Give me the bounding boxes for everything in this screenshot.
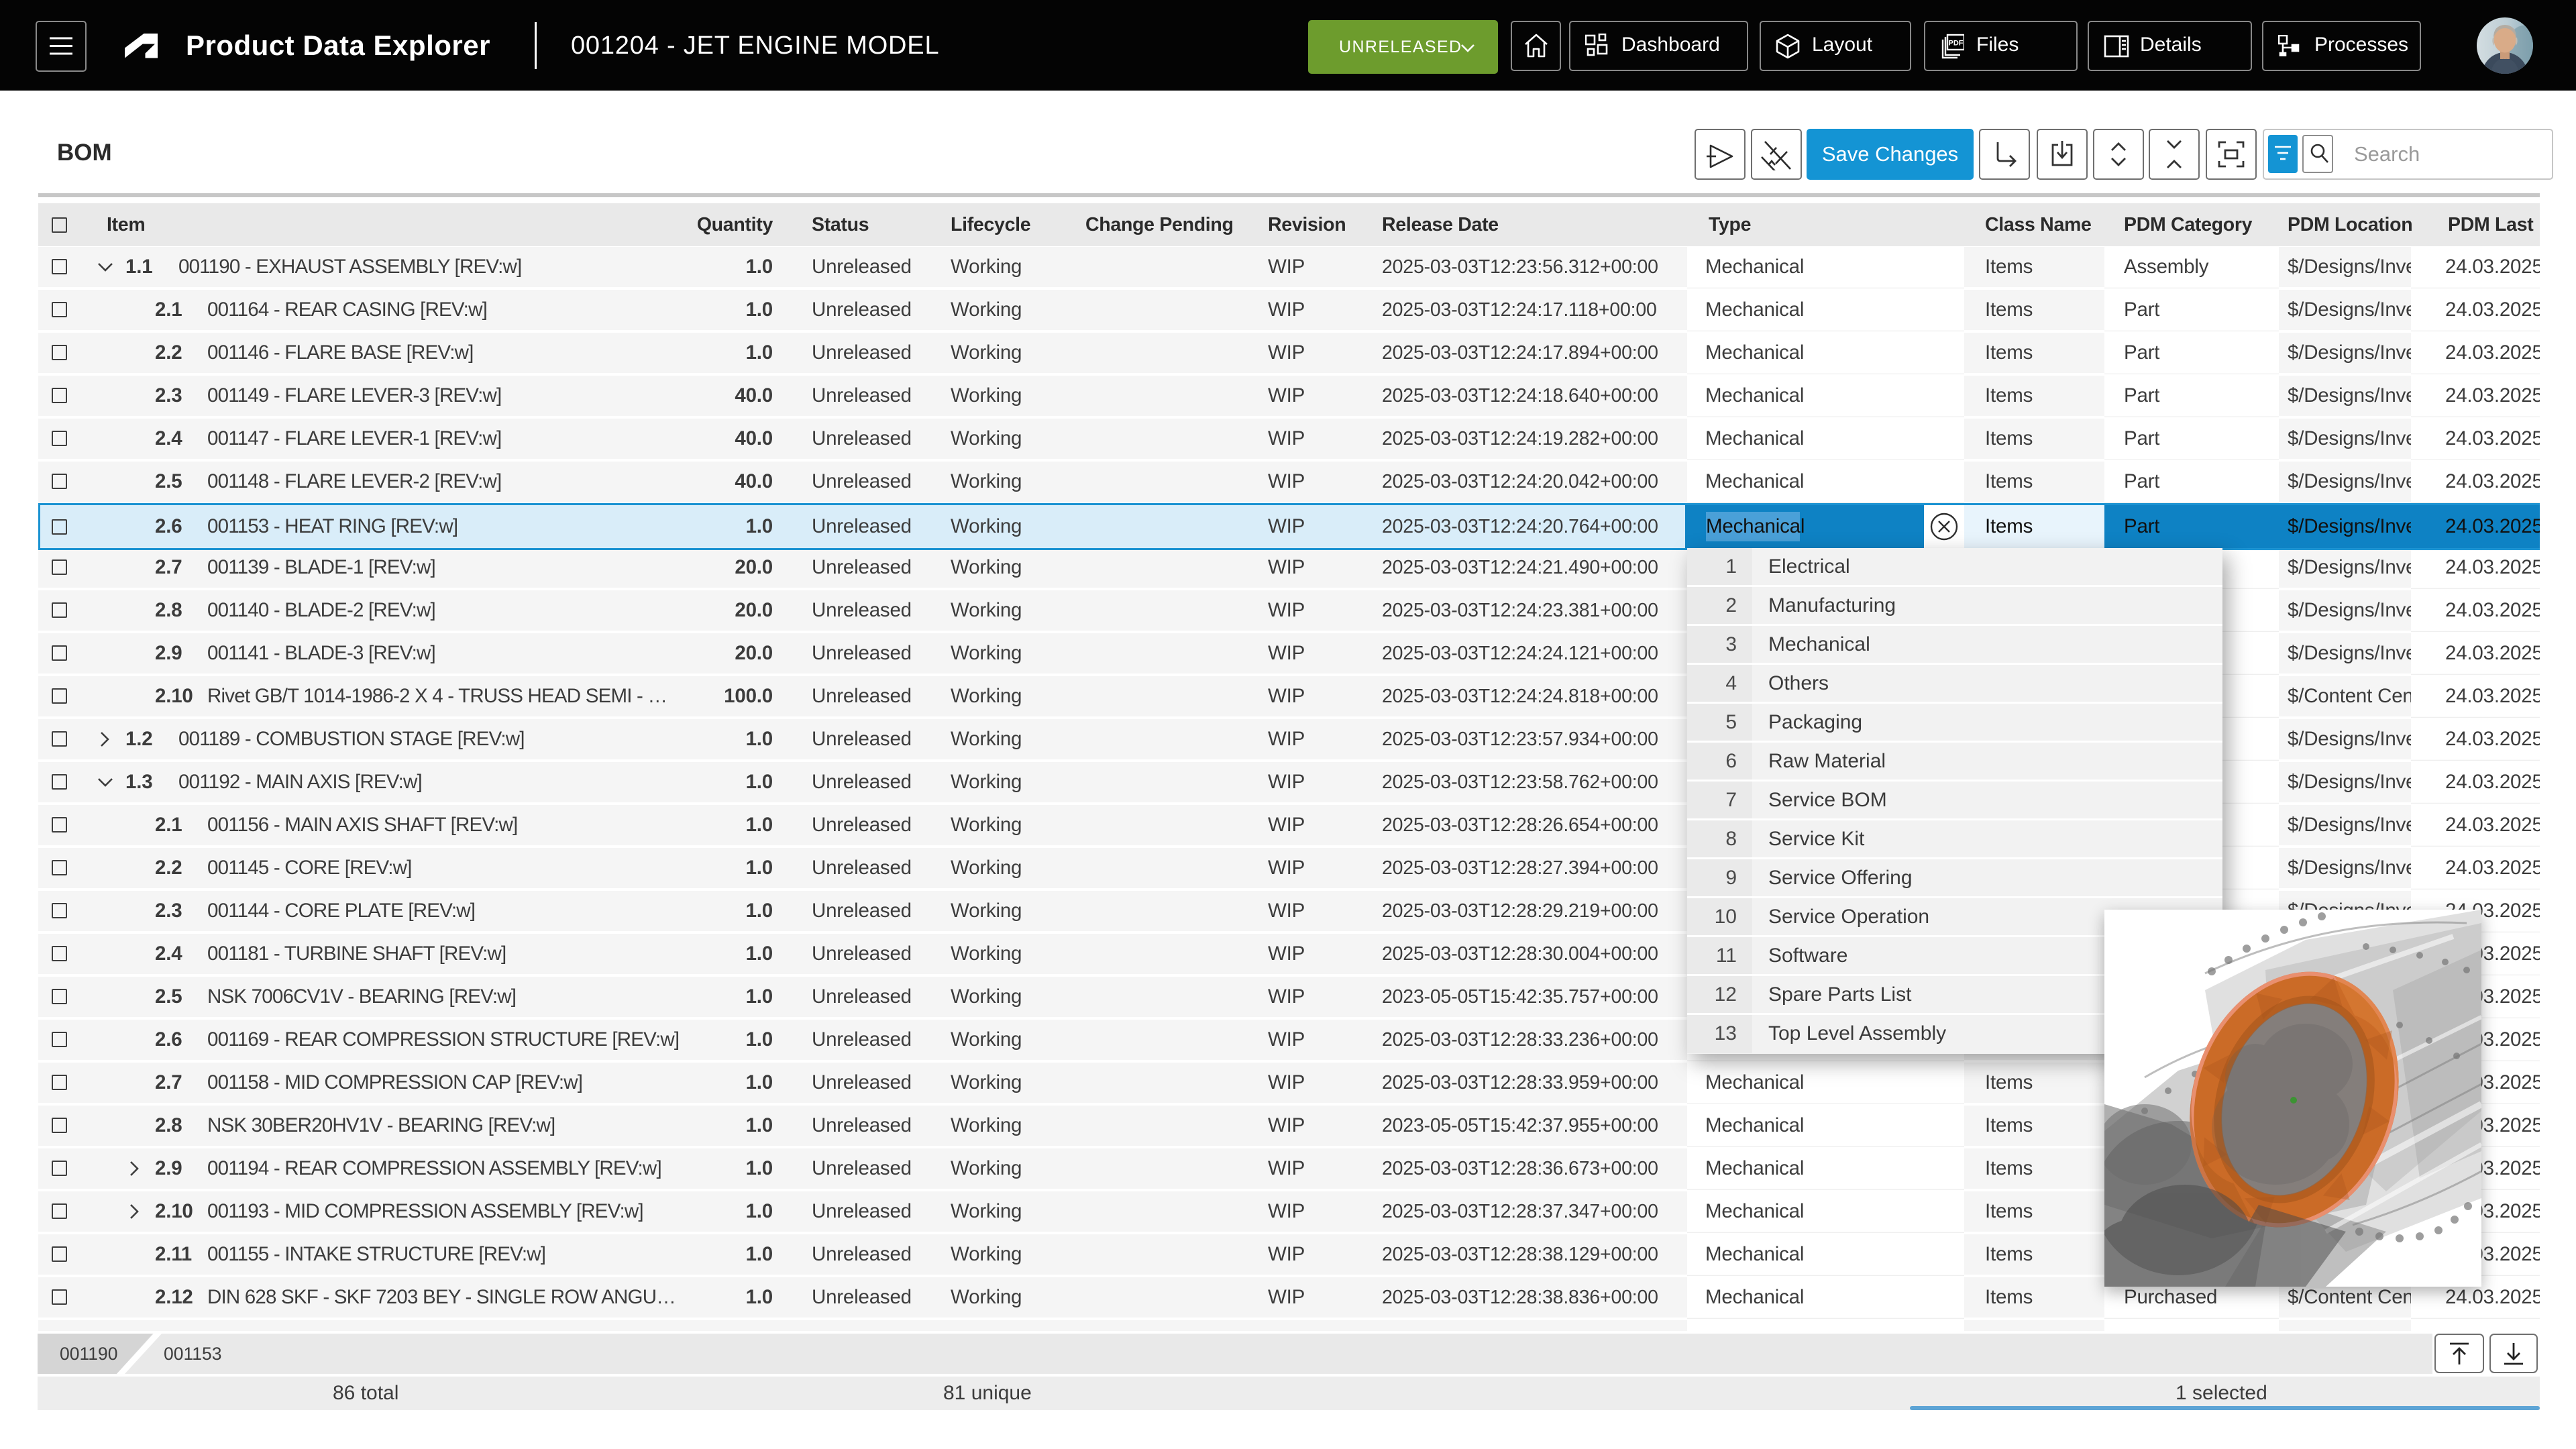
svg-text:PDF: PDF (1949, 40, 1964, 48)
